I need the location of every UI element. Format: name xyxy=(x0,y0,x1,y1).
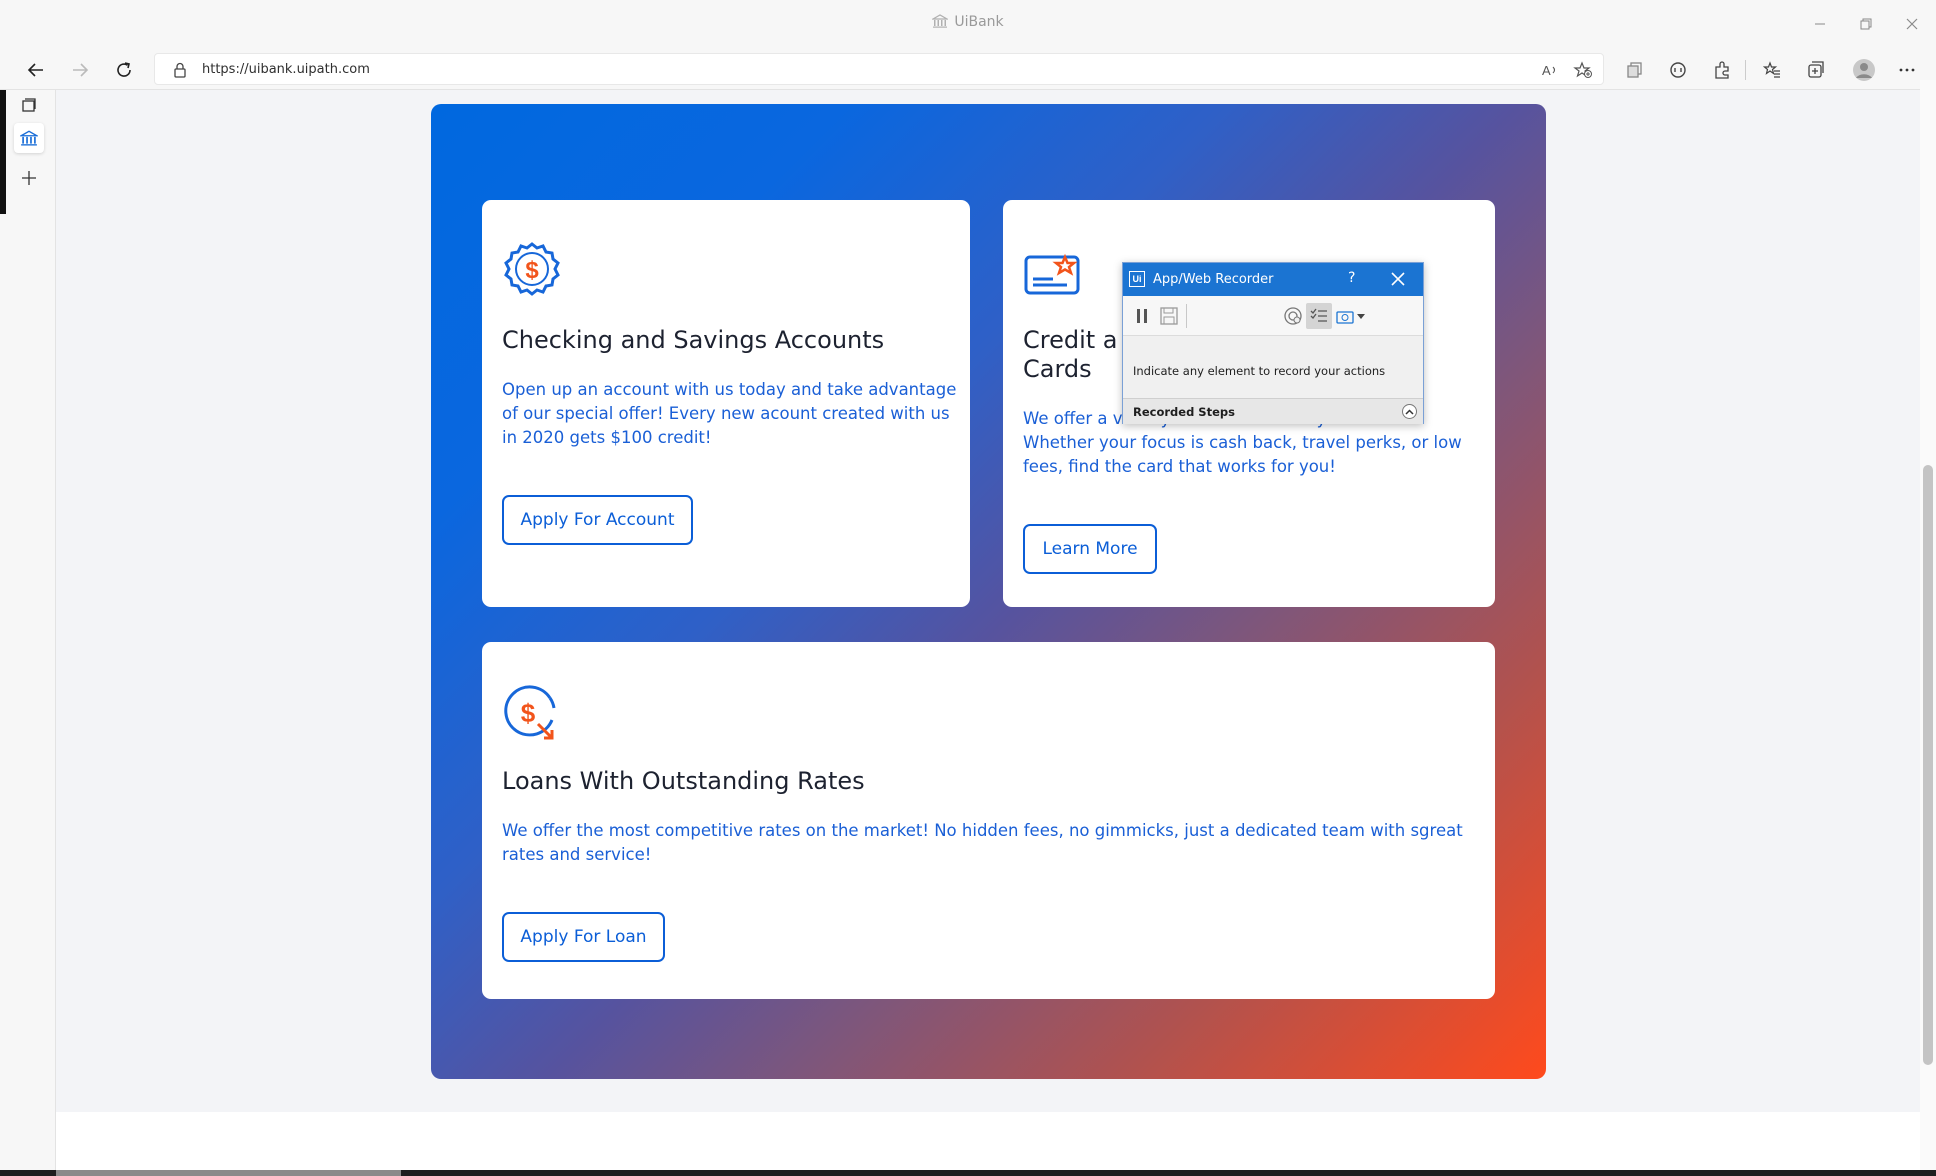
scrollbar-thumb[interactable] xyxy=(1923,465,1933,1065)
extensions-button[interactable] xyxy=(1712,60,1732,80)
target-icon xyxy=(1284,307,1302,325)
tabstrip-edge xyxy=(0,90,6,214)
card-title: Credit a Cards xyxy=(1023,326,1118,384)
minimize-button[interactable] xyxy=(1797,8,1843,40)
recorder-close-button[interactable] xyxy=(1391,267,1405,291)
url-text: https://uibank.uipath.com xyxy=(202,62,370,77)
close-icon xyxy=(1906,18,1918,30)
restore-icon xyxy=(1860,18,1872,30)
tab-actions-icon xyxy=(22,98,36,112)
new-tab-button[interactable] xyxy=(14,163,44,193)
services-hero-panel: $ Checking and Savings Accounts Open up … xyxy=(431,104,1546,1079)
save-icon xyxy=(1160,307,1178,325)
collections-plus-icon xyxy=(1808,61,1824,78)
svg-text:$: $ xyxy=(525,257,539,284)
vertical-tab-strip xyxy=(0,90,56,1176)
read-aloud-icon[interactable]: A xyxy=(1541,62,1559,78)
bank-icon xyxy=(932,14,949,28)
bank-icon xyxy=(20,130,38,146)
more-dots-icon xyxy=(1899,68,1915,72)
taskbar-segment xyxy=(56,1170,401,1176)
card-title-line1: Credit a xyxy=(1023,326,1118,354)
arrow-right-icon xyxy=(73,63,89,77)
avatar-icon xyxy=(1853,59,1875,81)
target-settings-button[interactable] xyxy=(1280,303,1306,329)
toolbar-separator xyxy=(1745,60,1746,80)
recorded-steps-header[interactable]: Recorded Steps xyxy=(1123,398,1423,424)
apply-for-account-button[interactable]: Apply For Account xyxy=(502,495,693,545)
pause-recording-button[interactable] xyxy=(1129,303,1155,329)
camera-dropdown-icon xyxy=(1336,311,1365,324)
window-title-text: UiBank xyxy=(954,14,1004,30)
recorder-hint: Indicate any element to record your acti… xyxy=(1133,364,1386,378)
plus-icon xyxy=(22,171,36,185)
capture-options-dropdown[interactable] xyxy=(1335,303,1367,329)
back-button[interactable] xyxy=(20,54,52,86)
recorder-title: App/Web Recorder xyxy=(1153,272,1274,287)
address-bar[interactable]: https://uibank.uipath.com A xyxy=(154,53,1604,85)
dollar-badge-icon: $ xyxy=(504,242,560,296)
tab-actions-button[interactable] xyxy=(14,90,44,120)
save-recording-button[interactable] xyxy=(1156,303,1182,329)
toolbar-separator xyxy=(1186,304,1187,328)
lock-icon xyxy=(174,62,186,78)
svg-text:A: A xyxy=(1542,63,1551,78)
refresh-icon xyxy=(117,62,131,77)
card-title: Loans With Outstanding Rates xyxy=(502,767,865,795)
close-window-button[interactable] xyxy=(1889,8,1935,40)
forward-button[interactable] xyxy=(64,54,96,86)
card-loans: $ Loans With Outstanding Rates We offer … xyxy=(482,642,1495,999)
svg-text:$: $ xyxy=(521,698,536,728)
close-icon xyxy=(1391,272,1405,286)
favorites-star-icon xyxy=(1763,61,1780,78)
app-web-recorder-window: Ui App/Web Recorder ? Indicate any eleme… xyxy=(1122,262,1424,424)
steps-list-icon xyxy=(1310,308,1327,322)
recorder-help-button[interactable]: ? xyxy=(1348,270,1355,286)
collections-toolbar-button[interactable] xyxy=(1806,60,1826,80)
dollar-arrow-icon: $ xyxy=(504,685,556,740)
puzzle-icon xyxy=(1715,61,1729,79)
restore-button[interactable] xyxy=(1843,8,1889,40)
browser-title-bar: UiBank xyxy=(0,0,1936,48)
tab-uibank[interactable] xyxy=(14,123,44,153)
extension-circle-icon xyxy=(1670,62,1686,78)
recorded-steps-label: Recorded Steps xyxy=(1133,405,1235,419)
profile-button[interactable] xyxy=(1851,57,1877,83)
card-description: Open up an account with us today and tak… xyxy=(502,380,957,447)
uipath-logo: Ui xyxy=(1129,271,1145,287)
favorites-button[interactable] xyxy=(1762,60,1782,80)
apply-for-loan-button[interactable]: Apply For Loan xyxy=(502,912,665,962)
card-title: Checking and Savings Accounts xyxy=(502,326,885,354)
card-checking-savings: $ Checking and Savings Accounts Open up … xyxy=(482,200,970,607)
minimize-icon xyxy=(1815,23,1825,25)
collections-icon xyxy=(1627,62,1642,78)
arrow-left-icon xyxy=(27,63,43,77)
add-favorite-icon[interactable] xyxy=(1573,61,1593,79)
window-title: UiBank xyxy=(0,14,1936,30)
recorder-title-bar[interactable]: Ui App/Web Recorder ? xyxy=(1123,263,1423,296)
credit-card-star-icon xyxy=(1024,253,1080,295)
card-title-line2: Cards xyxy=(1023,355,1092,383)
recorder-toolbar xyxy=(1123,296,1423,336)
collapse-steps-button[interactable] xyxy=(1402,404,1417,419)
recorded-steps-toggle[interactable] xyxy=(1306,303,1332,329)
page-footer-area xyxy=(56,1112,1920,1170)
more-menu-button[interactable] xyxy=(1897,60,1917,80)
pause-icon xyxy=(1137,309,1147,323)
collections-button[interactable] xyxy=(1625,60,1645,80)
chevron-up-icon xyxy=(1405,408,1414,415)
refresh-button[interactable] xyxy=(108,54,140,86)
card-description: We offer the most competitive rates on t… xyxy=(502,821,1463,864)
learn-more-button[interactable]: Learn More xyxy=(1023,524,1157,574)
browser-toolbar: https://uibank.uipath.com A xyxy=(0,48,1936,90)
extension-button[interactable] xyxy=(1668,60,1688,80)
